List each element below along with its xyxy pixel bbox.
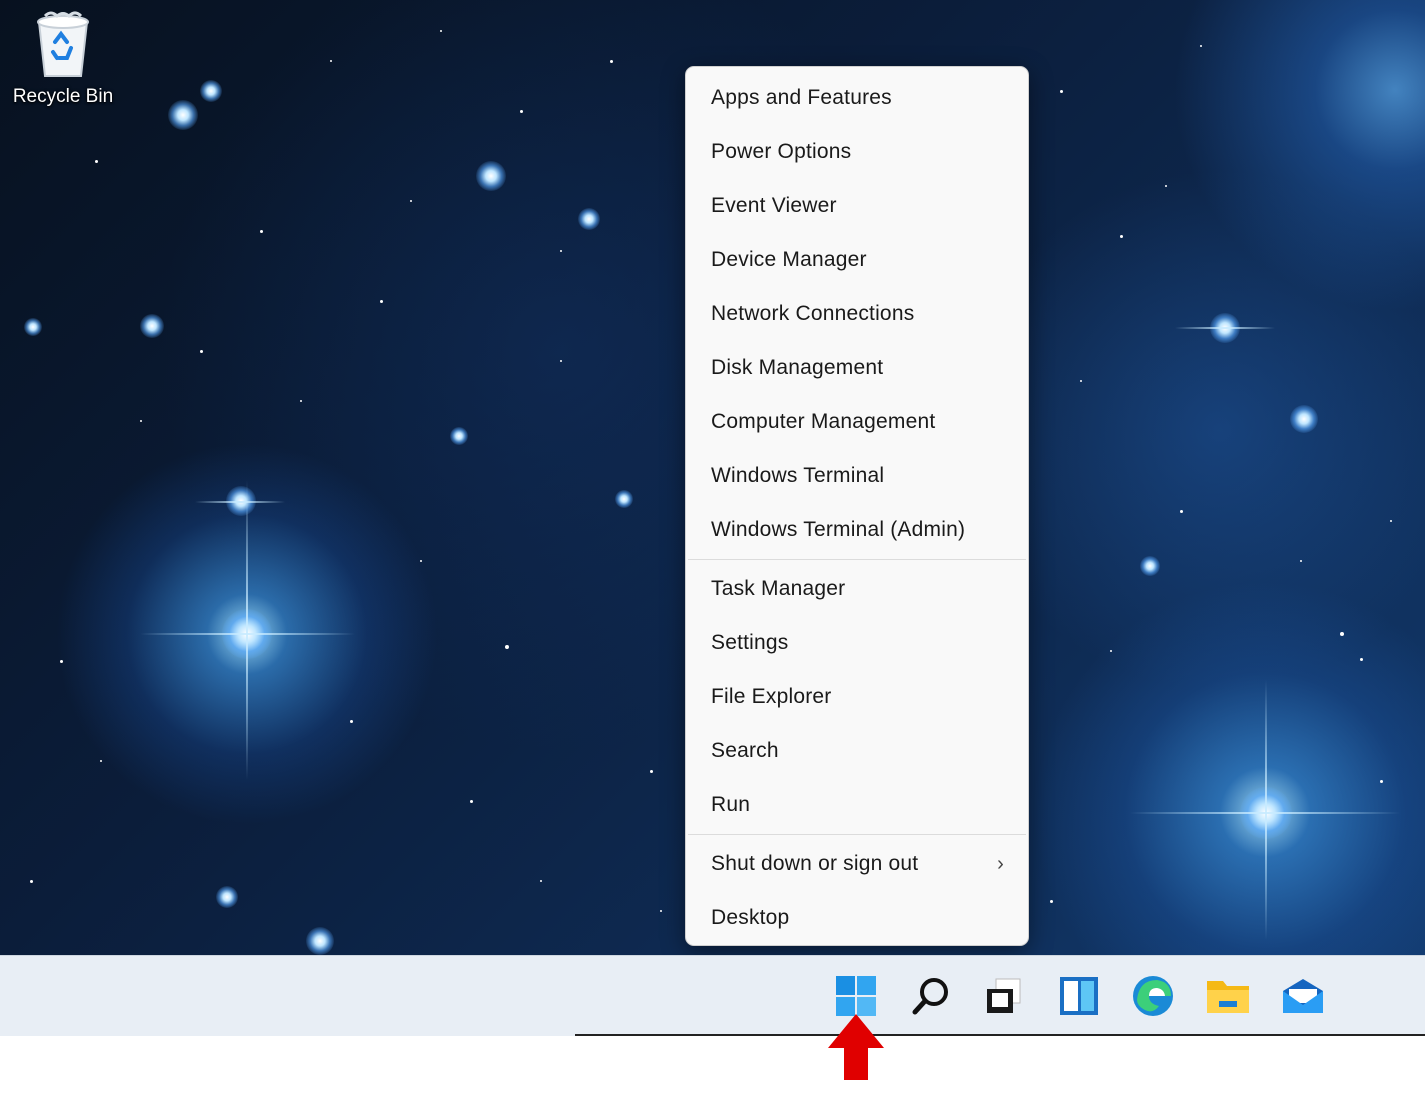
task-view-button[interactable]	[980, 973, 1026, 1019]
star	[350, 720, 353, 723]
edge-browser-button[interactable]	[1130, 973, 1176, 1019]
recycle-bin-label: Recycle Bin	[12, 86, 114, 107]
star	[140, 420, 142, 422]
menu-item-disk-management[interactable]: Disk Management	[686, 341, 1028, 395]
star	[380, 300, 383, 303]
menu-item-run[interactable]: Run	[686, 778, 1028, 832]
mail-button[interactable]	[1280, 973, 1326, 1019]
star	[440, 30, 442, 32]
star-glow	[140, 314, 164, 338]
star	[100, 760, 102, 762]
star-ray	[246, 480, 248, 780]
menu-separator	[688, 834, 1026, 835]
star	[300, 400, 302, 402]
menu-item-network-connections[interactable]: Network Connections	[686, 287, 1028, 341]
star	[1120, 235, 1123, 238]
star	[1360, 658, 1363, 661]
menu-item-computer-management[interactable]: Computer Management	[686, 395, 1028, 449]
widgets-icon	[1060, 977, 1098, 1015]
star	[1050, 900, 1053, 903]
star	[410, 200, 412, 202]
chevron-right-icon: ›	[997, 853, 1004, 875]
winx-context-menu: Apps and Features Power Options Event Vi…	[685, 66, 1029, 946]
annotation-arrow-icon	[828, 1014, 884, 1080]
menu-separator	[688, 559, 1026, 560]
star-glow	[24, 318, 42, 336]
star-ray	[195, 501, 285, 503]
star	[1300, 560, 1302, 562]
star-glow	[476, 161, 506, 191]
star	[560, 250, 562, 252]
taskbar-bottom-edge	[575, 1034, 1425, 1036]
star	[650, 770, 653, 773]
star-ray	[1265, 680, 1267, 940]
widgets-button[interactable]	[1056, 973, 1102, 1019]
star	[540, 880, 542, 882]
menu-item-windows-terminal[interactable]: Windows Terminal	[686, 449, 1028, 503]
menu-item-apps-and-features[interactable]: Apps and Features	[686, 71, 1028, 125]
menu-item-windows-terminal-admin[interactable]: Windows Terminal (Admin)	[686, 503, 1028, 557]
star	[330, 60, 332, 62]
menu-item-label: Shut down or sign out	[711, 852, 919, 875]
mail-icon	[1283, 979, 1323, 1013]
menu-item-event-viewer[interactable]: Event Viewer	[686, 179, 1028, 233]
star-glow	[200, 80, 222, 102]
star	[610, 60, 613, 63]
menu-item-device-manager[interactable]: Device Manager	[686, 233, 1028, 287]
star-glow	[1140, 556, 1160, 576]
menu-item-search[interactable]: Search	[686, 724, 1028, 778]
star	[1165, 185, 1167, 187]
file-explorer-button[interactable]	[1205, 973, 1251, 1019]
star-glow	[168, 100, 198, 130]
star	[95, 160, 98, 163]
recycle-bin-desktop-icon[interactable]: Recycle Bin	[8, 8, 118, 118]
star-ray	[1175, 327, 1275, 329]
star	[1110, 650, 1112, 652]
task-view-icon	[987, 978, 1021, 1013]
star	[60, 660, 63, 663]
star	[560, 360, 562, 362]
search-button[interactable]	[908, 973, 954, 1019]
edge-icon	[1133, 976, 1173, 1016]
star	[200, 350, 203, 353]
star-glow	[216, 886, 238, 908]
recycle-bin-icon	[37, 11, 89, 77]
star	[1080, 380, 1082, 382]
star	[1390, 520, 1392, 522]
star	[1180, 510, 1183, 513]
star	[660, 910, 662, 912]
search-icon	[912, 978, 948, 1015]
star-glow	[615, 490, 633, 508]
menu-item-desktop[interactable]: Desktop	[686, 891, 1028, 945]
star	[1200, 45, 1202, 47]
star	[260, 230, 263, 233]
star	[1060, 90, 1063, 93]
star-glow	[450, 427, 468, 445]
star	[30, 880, 33, 883]
menu-item-file-explorer[interactable]: File Explorer	[686, 670, 1028, 724]
menu-item-shut-down-or-sign-out[interactable]: Shut down or sign out ›	[686, 837, 1028, 891]
star-glow	[306, 927, 334, 955]
menu-item-task-manager[interactable]: Task Manager	[686, 562, 1028, 616]
menu-item-settings[interactable]: Settings	[686, 616, 1028, 670]
star	[470, 800, 473, 803]
star	[1340, 632, 1344, 636]
menu-item-power-options[interactable]: Power Options	[686, 125, 1028, 179]
star	[520, 110, 523, 113]
star-glow	[1290, 405, 1318, 433]
star	[505, 645, 509, 649]
star	[420, 560, 422, 562]
file-explorer-icon	[1207, 981, 1249, 1013]
windows-start-icon	[836, 976, 876, 1016]
star-glow	[578, 208, 600, 230]
star	[1380, 780, 1383, 783]
